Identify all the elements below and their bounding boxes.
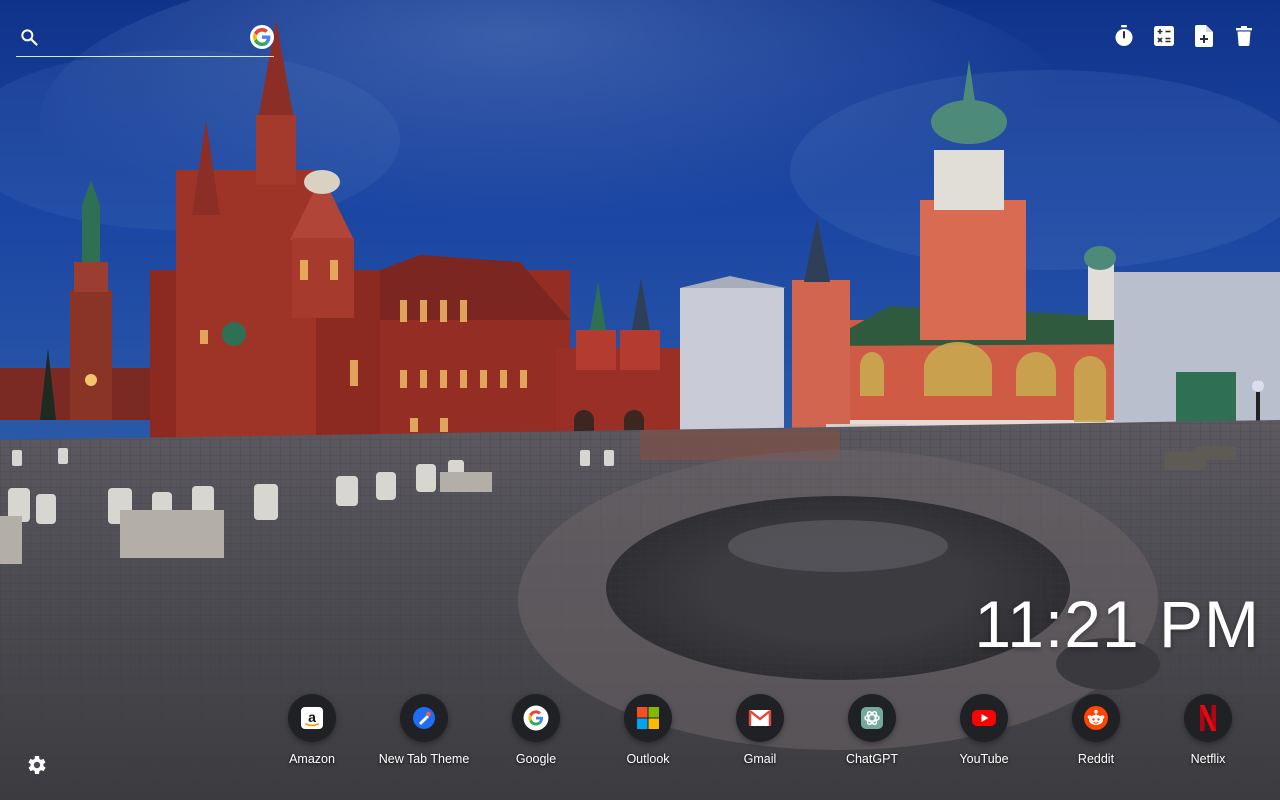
chatgpt-icon bbox=[861, 707, 883, 729]
amazon-icon: a bbox=[301, 707, 323, 729]
search-icon[interactable] bbox=[19, 27, 39, 47]
calculator-icon[interactable] bbox=[1152, 24, 1176, 48]
shortcut-label: Netflix bbox=[1190, 752, 1226, 766]
youtube-icon bbox=[972, 710, 996, 726]
shortcut-label: ChatGPT bbox=[845, 752, 899, 766]
shortcut-new-tab-theme[interactable]: New Tab Theme bbox=[368, 694, 480, 774]
shortcut-label: Gmail bbox=[743, 752, 777, 766]
shortcut-google[interactable]: Google bbox=[480, 694, 592, 774]
stopwatch-icon[interactable] bbox=[1112, 24, 1136, 48]
toolbar bbox=[1112, 24, 1256, 48]
reddit-icon bbox=[1084, 706, 1108, 730]
shortcut-label: Google bbox=[515, 752, 557, 766]
netflix-icon bbox=[1200, 705, 1216, 731]
new-tab-theme-icon bbox=[413, 707, 435, 729]
shortcut-label: Amazon bbox=[289, 752, 335, 766]
shortcut-amazon[interactable]: a Amazon bbox=[256, 694, 368, 774]
shortcut-label: Reddit bbox=[1077, 752, 1115, 766]
gear-icon[interactable] bbox=[24, 753, 48, 777]
microsoft-icon bbox=[637, 707, 659, 729]
shortcut-netflix[interactable]: Netflix bbox=[1152, 694, 1264, 774]
shortcut-reddit[interactable]: Reddit bbox=[1040, 694, 1152, 774]
shortcut-chatgpt[interactable]: ChatGPT bbox=[816, 694, 928, 774]
shortcut-label: Outlook bbox=[626, 752, 670, 766]
file-plus-icon[interactable] bbox=[1192, 24, 1216, 48]
shortcut-gmail[interactable]: Gmail bbox=[704, 694, 816, 774]
shortcut-outlook[interactable]: Outlook bbox=[592, 694, 704, 774]
google-icon bbox=[523, 705, 549, 731]
shortcut-label: New Tab Theme bbox=[378, 752, 470, 766]
background-wallpaper bbox=[0, 0, 1280, 800]
search-input[interactable] bbox=[46, 26, 246, 52]
svg-text:a: a bbox=[308, 709, 316, 725]
google-g-icon[interactable] bbox=[250, 25, 274, 49]
shortcut-dock: a Amazon New Tab Theme Google Outlook Gm… bbox=[256, 694, 1264, 774]
shortcut-youtube[interactable]: YouTube bbox=[928, 694, 1040, 774]
clock-time: 11:21 PM bbox=[974, 587, 1260, 661]
shortcut-label: YouTube bbox=[959, 752, 1009, 766]
gmail-icon bbox=[748, 710, 772, 726]
search-bar[interactable] bbox=[16, 22, 274, 57]
trash-icon[interactable] bbox=[1232, 24, 1256, 48]
